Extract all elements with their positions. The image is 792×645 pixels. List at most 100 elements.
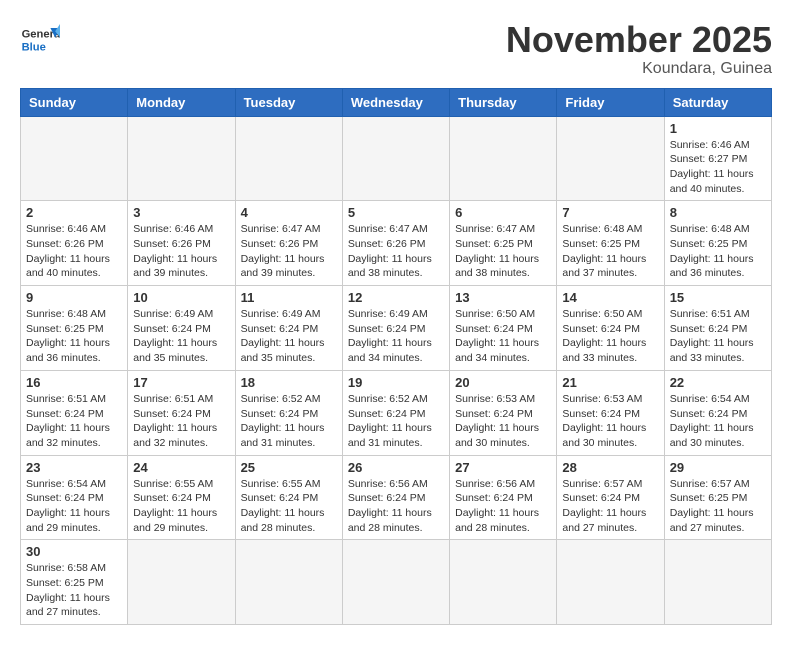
day-info: Sunrise: 6:47 AM Sunset: 6:25 PM Dayligh…	[455, 222, 551, 281]
day-info: Sunrise: 6:57 AM Sunset: 6:24 PM Dayligh…	[562, 477, 658, 536]
calendar-cell: 12 Sunrise: 6:49 AM Sunset: 6:24 PM Dayli…	[342, 286, 449, 371]
day-info: Sunrise: 6:49 AM Sunset: 6:24 PM Dayligh…	[133, 307, 229, 366]
day-info: Sunrise: 6:53 AM Sunset: 6:24 PM Dayligh…	[455, 392, 551, 451]
calendar-cell: 27Sunrise: 6:56 AM Sunset: 6:24 PM Dayli…	[450, 455, 557, 540]
calendar-cell	[128, 116, 235, 201]
header-day-wednesday: Wednesday	[342, 88, 449, 116]
calendar-cell: 15 Sunrise: 6:51 AM Sunset: 6:24 PM Dayli…	[664, 286, 771, 371]
header-day-sunday: Sunday	[21, 88, 128, 116]
day-info: Sunrise: 6:53 AM Sunset: 6:24 PM Dayligh…	[562, 392, 658, 451]
day-info: Sunrise: 6:48 AM Sunset: 6:25 PM Dayligh…	[670, 222, 766, 281]
day-number: 3	[133, 205, 229, 220]
calendar-cell: 20 Sunrise: 6:53 AM Sunset: 6:24 PM Dayli…	[450, 370, 557, 455]
day-info: Sunrise: 6:56 AM Sunset: 6:24 PM Dayligh…	[455, 477, 551, 536]
week-row-2: 2 Sunrise: 6:46 AM Sunset: 6:26 PM Daylig…	[21, 201, 772, 286]
day-info: Sunrise: 6:46 AM Sunset: 6:26 PM Dayligh…	[133, 222, 229, 281]
day-number: 29	[670, 460, 766, 475]
calendar-cell: 8 Sunrise: 6:48 AM Sunset: 6:25 PM Daylig…	[664, 201, 771, 286]
day-number: 25	[241, 460, 337, 475]
day-info: Sunrise: 6:55 AM Sunset: 6:24 PM Dayligh…	[241, 477, 337, 536]
day-number: 14	[562, 290, 658, 305]
calendar-cell: 1Sunrise: 6:46 AM Sunset: 6:27 PM Daylig…	[664, 116, 771, 201]
day-number: 22	[670, 375, 766, 390]
day-number: 16	[26, 375, 122, 390]
day-number: 7	[562, 205, 658, 220]
day-info: Sunrise: 6:51 AM Sunset: 6:24 PM Dayligh…	[133, 392, 229, 451]
title-section: November 2025 Koundara, Guinea	[506, 20, 772, 78]
day-info: Sunrise: 6:58 AM Sunset: 6:25 PM Dayligh…	[26, 561, 122, 620]
calendar-cell: 5Sunrise: 6:47 AM Sunset: 6:26 PM Daylig…	[342, 201, 449, 286]
day-number: 18	[241, 375, 337, 390]
month-title: November 2025	[506, 20, 772, 60]
day-info: Sunrise: 6:54 AM Sunset: 6:24 PM Dayligh…	[670, 392, 766, 451]
day-info: Sunrise: 6:51 AM Sunset: 6:24 PM Dayligh…	[670, 307, 766, 366]
day-number: 15	[670, 290, 766, 305]
calendar-cell: 6 Sunrise: 6:47 AM Sunset: 6:25 PM Daylig…	[450, 201, 557, 286]
day-info: Sunrise: 6:48 AM Sunset: 6:25 PM Dayligh…	[562, 222, 658, 281]
calendar-cell: 3 Sunrise: 6:46 AM Sunset: 6:26 PM Daylig…	[128, 201, 235, 286]
day-info: Sunrise: 6:46 AM Sunset: 6:27 PM Dayligh…	[670, 138, 766, 197]
day-number: 6	[455, 205, 551, 220]
day-number: 19	[348, 375, 444, 390]
day-number: 20	[455, 375, 551, 390]
day-info: Sunrise: 6:48 AM Sunset: 6:25 PM Dayligh…	[26, 307, 122, 366]
calendar-cell	[450, 116, 557, 201]
day-info: Sunrise: 6:52 AM Sunset: 6:24 PM Dayligh…	[241, 392, 337, 451]
week-row-3: 9 Sunrise: 6:48 AM Sunset: 6:25 PM Daylig…	[21, 286, 772, 371]
day-info: Sunrise: 6:55 AM Sunset: 6:24 PM Dayligh…	[133, 477, 229, 536]
svg-text:Blue: Blue	[22, 41, 46, 53]
calendar-cell	[342, 116, 449, 201]
week-row-1: 1Sunrise: 6:46 AM Sunset: 6:27 PM Daylig…	[21, 116, 772, 201]
header-day-saturday: Saturday	[664, 88, 771, 116]
day-number: 28	[562, 460, 658, 475]
day-info: Sunrise: 6:56 AM Sunset: 6:24 PM Dayligh…	[348, 477, 444, 536]
day-info: Sunrise: 6:51 AM Sunset: 6:24 PM Dayligh…	[26, 392, 122, 451]
day-number: 12	[348, 290, 444, 305]
calendar-cell: 26 Sunrise: 6:56 AM Sunset: 6:24 PM Dayli…	[342, 455, 449, 540]
day-number: 8	[670, 205, 766, 220]
day-info: Sunrise: 6:57 AM Sunset: 6:25 PM Dayligh…	[670, 477, 766, 536]
day-number: 26	[348, 460, 444, 475]
day-number: 17	[133, 375, 229, 390]
calendar-cell: 21 Sunrise: 6:53 AM Sunset: 6:24 PM Dayli…	[557, 370, 664, 455]
calendar-cell: 22 Sunrise: 6:54 AM Sunset: 6:24 PM Dayli…	[664, 370, 771, 455]
location-title: Koundara, Guinea	[506, 60, 772, 78]
day-number: 24	[133, 460, 229, 475]
day-info: Sunrise: 6:47 AM Sunset: 6:26 PM Dayligh…	[241, 222, 337, 281]
header-day-friday: Friday	[557, 88, 664, 116]
header-day-monday: Monday	[128, 88, 235, 116]
calendar-cell: 29 Sunrise: 6:57 AM Sunset: 6:25 PM Dayli…	[664, 455, 771, 540]
header-row: SundayMondayTuesdayWednesdayThursdayFrid…	[21, 88, 772, 116]
day-number: 23	[26, 460, 122, 475]
day-info: Sunrise: 6:49 AM Sunset: 6:24 PM Dayligh…	[348, 307, 444, 366]
day-number: 11	[241, 290, 337, 305]
header-day-thursday: Thursday	[450, 88, 557, 116]
calendar-table: SundayMondayTuesdayWednesdayThursdayFrid…	[20, 88, 772, 626]
day-number: 21	[562, 375, 658, 390]
day-number: 10	[133, 290, 229, 305]
day-info: Sunrise: 6:49 AM Sunset: 6:24 PM Dayligh…	[241, 307, 337, 366]
day-info: Sunrise: 6:50 AM Sunset: 6:24 PM Dayligh…	[455, 307, 551, 366]
calendar-cell: 10 Sunrise: 6:49 AM Sunset: 6:24 PM Dayli…	[128, 286, 235, 371]
calendar-cell: 17 Sunrise: 6:51 AM Sunset: 6:24 PM Dayli…	[128, 370, 235, 455]
calendar-cell: 24 Sunrise: 6:55 AM Sunset: 6:24 PM Dayli…	[128, 455, 235, 540]
day-number: 4	[241, 205, 337, 220]
calendar-cell: 2Sunrise: 6:46 AM Sunset: 6:26 PM Daylig…	[21, 201, 128, 286]
calendar-cell: 23 Sunrise: 6:54 AM Sunset: 6:24 PM Dayli…	[21, 455, 128, 540]
header-day-tuesday: Tuesday	[235, 88, 342, 116]
day-number: 9	[26, 290, 122, 305]
calendar-cell	[235, 116, 342, 201]
calendar-cell: 14Sunrise: 6:50 AM Sunset: 6:24 PM Dayli…	[557, 286, 664, 371]
calendar-cell: 13Sunrise: 6:50 AM Sunset: 6:24 PM Dayli…	[450, 286, 557, 371]
calendar-cell	[21, 116, 128, 201]
calendar-cell: 9 Sunrise: 6:48 AM Sunset: 6:25 PM Daylig…	[21, 286, 128, 371]
calendar-cell: 19Sunrise: 6:52 AM Sunset: 6:24 PM Dayli…	[342, 370, 449, 455]
calendar-cell: 28 Sunrise: 6:57 AM Sunset: 6:24 PM Dayli…	[557, 455, 664, 540]
day-info: Sunrise: 6:54 AM Sunset: 6:24 PM Dayligh…	[26, 477, 122, 536]
calendar-cell: 18 Sunrise: 6:52 AM Sunset: 6:24 PM Dayli…	[235, 370, 342, 455]
calendar-cell	[557, 116, 664, 201]
calendar-cell: 7 Sunrise: 6:48 AM Sunset: 6:25 PM Daylig…	[557, 201, 664, 286]
calendar-cell: 25 Sunrise: 6:55 AM Sunset: 6:24 PM Dayli…	[235, 455, 342, 540]
calendar-cell: 16 Sunrise: 6:51 AM Sunset: 6:24 PM Dayli…	[21, 370, 128, 455]
day-number: 2	[26, 205, 122, 220]
